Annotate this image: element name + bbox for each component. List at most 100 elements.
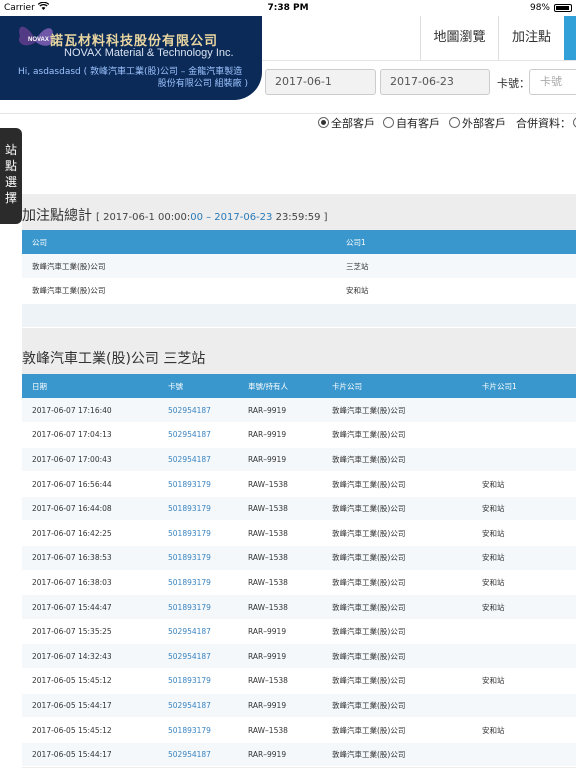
cell-plate: RAR–9919 <box>238 742 322 768</box>
col-company1: 公司1 <box>346 237 366 247</box>
station-select-char-2: 點 <box>4 159 17 173</box>
cell-card-number[interactable]: 501893179 <box>158 668 238 694</box>
cell-card-company1 <box>472 398 576 424</box>
cell-date: 2017-06-07 14:32:43 <box>22 643 158 670</box>
summary-title: 加注點總計[ 2017-06-1 00:00:00 – 2017-06-23 2… <box>22 208 328 224</box>
cell-card-company1 <box>472 619 576 645</box>
cell-card-company1: 安和站 <box>472 570 576 596</box>
table-row[interactable]: 2017-06-05 15:45:12 501893179 RAW–1538 敦峰汽車… <box>22 717 576 743</box>
cell-card-number[interactable]: 501893179 <box>158 717 238 743</box>
cell-card-company1: 安和站 <box>472 520 576 547</box>
station-select-char-4: 擇 <box>4 191 17 205</box>
cell-date: 2017-06-07 16:38:03 <box>22 570 158 596</box>
cell-card-company1 <box>472 742 576 768</box>
header-divider <box>262 60 576 61</box>
station-select-tab[interactable]: 站 點 選 擇 <box>0 128 22 224</box>
radio-dot-icon <box>383 117 394 128</box>
col-card: 卡號 <box>168 381 183 391</box>
cell-card-number[interactable]: 501893179 <box>158 471 238 497</box>
cell-card-number[interactable]: 502954187 <box>158 447 238 473</box>
table-row[interactable]: 2017-06-05 15:44:17 502954187 RAR–9919 敦峰汽車… <box>22 742 576 768</box>
table-row[interactable]: 2017-06-07 16:42:25 501893179 RAW–1538 敦峰汽車… <box>22 520 576 547</box>
cell-card-company: 敦峰汽車工業(股)公司 <box>322 520 472 547</box>
cell-card-company: 敦峰汽車工業(股)公司 <box>322 398 472 424</box>
table-row[interactable]: 2017-06-07 17:16:40 502954187 RAR–9919 敦峰汽車… <box>22 398 576 424</box>
summary-date-range: [ 2017-06-1 00:00:00 – 2017-06-23 23:59:… <box>96 212 328 223</box>
cell-card-company: 敦峰汽車工業(股)公司 <box>322 422 472 448</box>
station-select-char-3: 選 <box>4 175 17 189</box>
nav-active-edge[interactable] <box>564 16 576 60</box>
cell-card-number[interactable]: 501893179 <box>158 520 238 547</box>
table-row[interactable]: 2017-06-07 14:32:43 502954187 RAR–9919 敦峰汽車… <box>22 643 576 670</box>
cell-card-company: 敦峰汽車工業(股)公司 <box>322 471 472 497</box>
cell-date: 2017-06-07 15:35:25 <box>22 619 158 645</box>
cell-card-company: 敦峰汽車工業(股)公司 <box>322 742 472 768</box>
cell-card-number[interactable]: 502954187 <box>158 619 238 645</box>
cell-card-number[interactable]: 501893179 <box>158 496 238 522</box>
cell-plate: RAW–1538 <box>238 545 322 571</box>
cell-card-number[interactable]: 502954187 <box>158 643 238 670</box>
cell-card-company: 敦峰汽車工業(股)公司 <box>322 643 472 670</box>
cell-company: 敦峰汽車工業(股)公司 <box>22 254 336 279</box>
add-point-button[interactable]: 加注點 <box>498 16 564 60</box>
radio-external-customers[interactable]: 外部客戶 <box>449 115 506 131</box>
battery-percent: 98% <box>529 3 550 13</box>
cell-card-company: 敦峰汽車工業(股)公司 <box>322 570 472 596</box>
detail-header-row: 日期 卡號 車號/持有人 卡片公司 卡片公司1 <box>22 374 576 398</box>
cell-card-number[interactable]: 501893179 <box>158 594 238 620</box>
col-card-company1: 卡片公司1 <box>482 381 517 391</box>
cell-date: 2017-06-07 16:42:25 <box>22 520 158 547</box>
cell-date: 2017-06-07 16:44:08 <box>22 496 158 522</box>
cell-card-company1 <box>472 693 576 719</box>
detail-title: 敦峰汽車工業(股)公司 三芝站 <box>22 351 206 367</box>
card-number-input[interactable]: 卡號 <box>529 69 576 95</box>
cell-card-number[interactable]: 502954187 <box>158 742 238 768</box>
cell-card-number[interactable]: 502954187 <box>158 693 238 719</box>
cell-date: 2017-06-07 17:00:43 <box>22 447 158 473</box>
table-row[interactable]: 2017-06-07 15:44:47 501893179 RAW–1538 敦峰汽車… <box>22 594 576 620</box>
table-row[interactable]: 2017-06-05 15:44:17 502954187 RAR–9919 敦峰汽車… <box>22 693 576 719</box>
svg-text:NOVAX: NOVAX <box>28 37 49 43</box>
clock: 7:38 PM <box>267 3 309 13</box>
map-view-button[interactable]: 地圖瀏覽 <box>420 16 498 60</box>
cell-card-company: 敦峰汽車工業(股)公司 <box>322 545 472 571</box>
cell-plate: RAW–1538 <box>238 496 322 522</box>
cell-date: 2017-06-05 15:45:12 <box>22 668 158 694</box>
table-row[interactable]: 2017-06-07 16:44:08 501893179 RAW–1538 敦峰汽車… <box>22 496 576 522</box>
cell-card-company1: 安和站 <box>472 496 576 522</box>
table-row[interactable]: 2017-06-07 16:56:44 501893179 RAW–1538 敦峰汽車… <box>22 471 576 497</box>
table-row[interactable]: 敦峰汽車工業(股)公司 三芝站 <box>22 254 576 279</box>
table-row[interactable]: 敦峰汽車工業(股)公司 安和站 <box>22 278 576 304</box>
table-row[interactable]: 2017-06-07 16:38:53 501893179 RAW–1538 敦峰汽車… <box>22 545 576 571</box>
table-row[interactable]: 2017-06-07 17:04:13 502954187 RAR–9919 敦峰汽車… <box>22 422 576 448</box>
cell-card-company1: 安和站 <box>472 545 576 571</box>
cell-card-company: 敦峰汽車工業(股)公司 <box>322 693 472 719</box>
cell-card-number[interactable]: 501893179 <box>158 545 238 571</box>
company-name-en: NOVAX Material & Technology Inc. <box>64 47 234 59</box>
station-select-char-1: 站 <box>4 143 17 157</box>
cell-plate: RAR–9919 <box>238 398 322 424</box>
table-row[interactable]: 2017-06-05 15:45:12 501893179 RAW–1538 敦峰汽車… <box>22 668 576 694</box>
table-row[interactable]: 2017-06-07 16:38:03 501893179 RAW–1538 敦峰汽車… <box>22 570 576 596</box>
cell-plate: RAR–9919 <box>238 643 322 670</box>
cell-plate: RAW–1538 <box>238 471 322 497</box>
date-to-input[interactable]: 2017-06-23 <box>380 69 490 95</box>
cell-card-number[interactable]: 501893179 <box>158 570 238 596</box>
cell-company1: 三芝站 <box>336 254 576 279</box>
cell-card-company1 <box>472 643 576 670</box>
cell-plate: RAR–9919 <box>238 619 322 645</box>
cell-date: 2017-06-07 15:44:47 <box>22 594 158 620</box>
cell-card-company1: 安和站 <box>472 717 576 743</box>
cell-card-company: 敦峰汽車工業(股)公司 <box>322 496 472 522</box>
radio-all-customers[interactable]: 全部客戶 <box>318 115 375 131</box>
radio-dot-icon <box>318 117 329 128</box>
cell-card-number[interactable]: 502954187 <box>158 422 238 448</box>
greeting-line-2: 股份有限公司 組裝廠 ) <box>157 79 248 89</box>
radio-own-customers[interactable]: 自有客戶 <box>383 115 440 131</box>
cell-card-company1 <box>472 447 576 473</box>
table-row[interactable]: 2017-06-07 17:00:43 502954187 RAR–9919 敦峰汽車… <box>22 447 576 473</box>
table-row[interactable]: 2017-06-07 15:35:25 502954187 RAR–9919 敦峰汽車… <box>22 619 576 645</box>
cell-card-number[interactable]: 502954187 <box>158 398 238 424</box>
date-from-input[interactable]: 2017-06-1 <box>265 69 376 95</box>
cell-plate: RAR–9919 <box>238 447 322 473</box>
